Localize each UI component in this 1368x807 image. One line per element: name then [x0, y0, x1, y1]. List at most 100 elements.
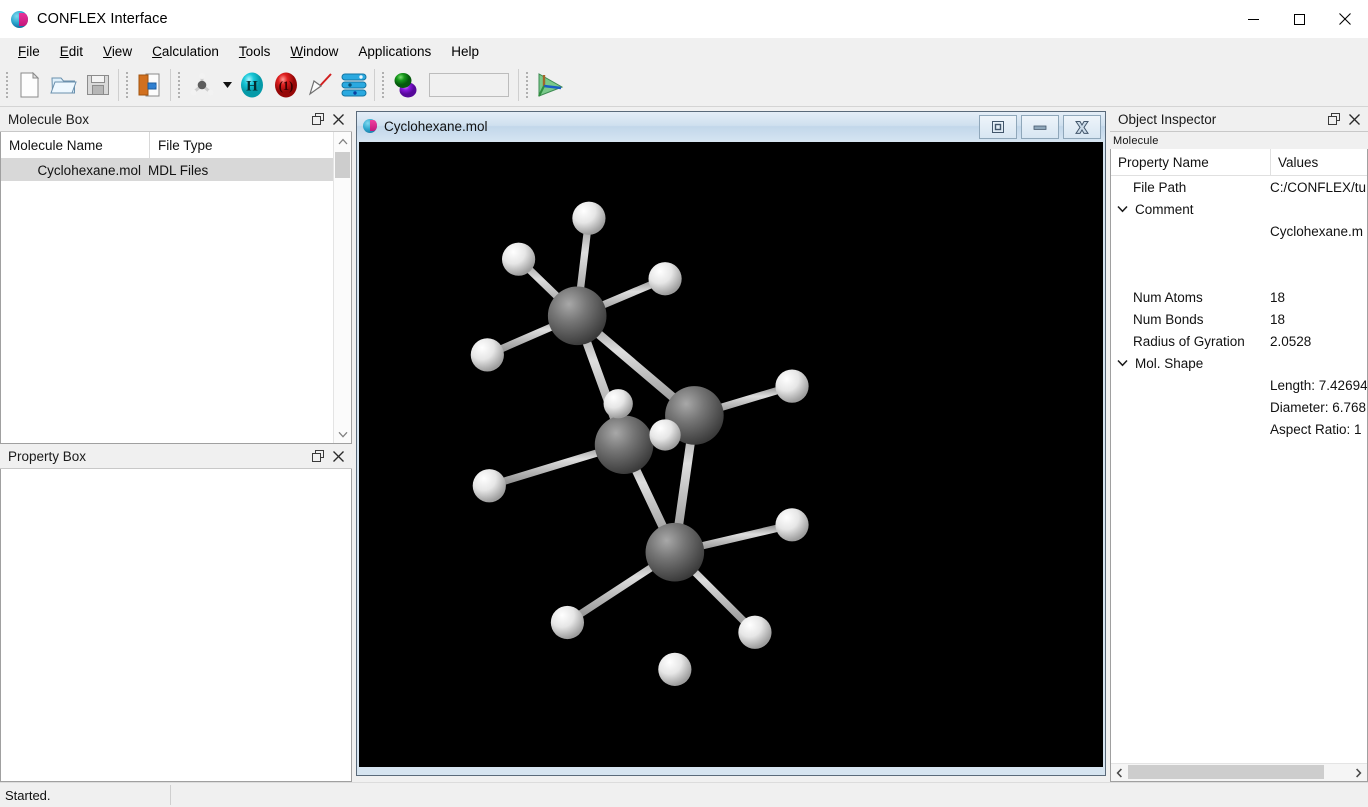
toolbar-separator [170, 69, 171, 101]
scrollbar-thumb[interactable] [1128, 765, 1324, 779]
close-x-icon[interactable] [1063, 115, 1101, 139]
toolbar-grip[interactable] [4, 70, 11, 100]
molecule-table: Molecule Name File Type Cyclohexane.mol … [1, 132, 333, 443]
import-export-button[interactable] [133, 68, 167, 102]
add-hydrogen-button[interactable]: H [235, 68, 269, 102]
save-file-button[interactable] [81, 68, 115, 102]
toolbar-grip[interactable] [124, 70, 131, 100]
axes-button[interactable] [533, 68, 567, 102]
svg-text:(1): (1) [279, 79, 294, 93]
property-value: Aspect Ratio: 1 [1270, 421, 1362, 437]
property-name: File Path [1111, 180, 1263, 195]
chevron-up-icon[interactable] [334, 132, 351, 150]
chevron-left-icon[interactable] [1111, 764, 1128, 781]
table-row[interactable]: Length: 7.42694 [1111, 374, 1367, 396]
float-panel-icon[interactable] [308, 446, 328, 466]
table-row[interactable] [1111, 242, 1367, 264]
float-panel-icon[interactable] [1324, 109, 1344, 129]
optimize-button[interactable] [389, 68, 423, 102]
close-icon[interactable] [1344, 109, 1364, 129]
property-box-body[interactable] [0, 469, 352, 782]
object-inspector-title: Object Inspector [1118, 111, 1217, 127]
menu-calculation[interactable]: Calculation [142, 41, 229, 62]
column-header-file-type[interactable]: File Type [150, 132, 333, 158]
molecule-box-vertical-scrollbar[interactable] [333, 132, 351, 443]
table-row[interactable]: Comment [1111, 198, 1367, 220]
chevron-down-icon[interactable] [219, 68, 235, 102]
restore-button[interactable] [979, 115, 1017, 139]
maximize-button[interactable] [1276, 0, 1322, 38]
new-file-button[interactable] [13, 68, 47, 102]
scrollbar-thumb[interactable] [335, 152, 350, 178]
toolbar-text-field[interactable] [429, 73, 509, 97]
window-title: CONFLEX Interface [37, 11, 168, 27]
column-header-molecule-name[interactable]: Molecule Name [1, 132, 150, 158]
float-panel-icon[interactable] [308, 109, 328, 129]
molecule-model-button[interactable] [185, 68, 219, 102]
draw-tool-button[interactable] [303, 68, 337, 102]
property-name: Radius of Gyration [1111, 334, 1263, 349]
menu-edit[interactable]: Edit [50, 41, 93, 62]
cell-file-type: MDL Files [148, 162, 209, 178]
table-row[interactable]: Diameter: 6.768 [1111, 396, 1367, 418]
layers-button[interactable] [337, 68, 371, 102]
close-icon[interactable] [328, 109, 348, 129]
molecule-viewport[interactable] [359, 142, 1103, 767]
menu-tools[interactable]: Tools [229, 41, 281, 62]
table-row[interactable]: Mol. Shape [1111, 352, 1367, 374]
table-row[interactable] [1111, 264, 1367, 286]
chevron-down-icon[interactable] [1111, 359, 1133, 367]
main-toolbar: H (1) [0, 64, 1368, 107]
chevron-down-icon[interactable] [1111, 205, 1133, 213]
mdi-child-window: Cyclohexane.mol [356, 111, 1106, 776]
property-name: Num Bonds [1111, 312, 1263, 327]
table-row[interactable]: Num Bonds 18 [1111, 308, 1367, 330]
toolbar-grip[interactable] [380, 70, 387, 100]
property-label: File Path [1133, 179, 1187, 195]
menu-applications[interactable]: Applications [348, 41, 441, 62]
scrollbar-track[interactable] [334, 150, 351, 425]
menu-file[interactable]: File [8, 41, 50, 62]
toolbar-grip[interactable] [176, 70, 183, 100]
molecule-table-header: Molecule Name File Type [1, 132, 333, 159]
scrollbar-track[interactable] [1128, 764, 1350, 781]
menubar: File Edit View Calculation Tools Window … [0, 38, 1368, 64]
menu-window[interactable]: Window [280, 41, 348, 62]
table-row[interactable]: File Path C:/CONFLEX/tu [1111, 176, 1367, 198]
minimize-button[interactable] [1230, 0, 1276, 38]
object-inspector-horizontal-scrollbar[interactable] [1111, 763, 1367, 781]
table-row[interactable]: Aspect Ratio: 1 [1111, 418, 1367, 440]
formal-charge-button[interactable]: (1) [269, 68, 303, 102]
column-header-property-name[interactable]: Property Name [1111, 149, 1271, 175]
close-button[interactable] [1322, 0, 1368, 38]
open-file-button[interactable] [47, 68, 81, 102]
chevron-right-icon[interactable] [1350, 764, 1367, 781]
mdi-titlebar[interactable]: Cyclohexane.mol [357, 112, 1105, 140]
minimize-button[interactable] [1021, 115, 1059, 139]
toolbar-separator [118, 69, 119, 101]
column-header-values[interactable]: Values [1271, 149, 1367, 175]
chevron-down-icon[interactable] [334, 425, 351, 443]
property-value: Cyclohexane.m [1270, 223, 1364, 239]
menu-view[interactable]: View [93, 41, 142, 62]
object-inspector-footer [1110, 763, 1368, 782]
table-row[interactable]: Cyclohexane.mol MDL Files [1, 159, 333, 181]
property-value: 18 [1270, 289, 1286, 305]
workspace: Molecule Box Molecule Name File Type Cyc… [0, 107, 1368, 782]
table-row[interactable]: Radius of Gyration 2.0528 [1111, 330, 1367, 352]
property-label: Mol. Shape [1135, 355, 1204, 371]
object-inspector-table-header: Property Name Values [1111, 149, 1367, 176]
svg-text:H: H [246, 79, 258, 95]
cell-molecule-name: Cyclohexane.mol [37, 162, 141, 178]
property-name: Mol. Shape [1111, 356, 1263, 371]
toolbar-grip[interactable] [524, 70, 531, 100]
menu-help[interactable]: Help [441, 41, 489, 62]
object-inspector-subheader: Molecule [1110, 132, 1368, 149]
close-icon[interactable] [328, 446, 348, 466]
property-value: 2.0528 [1270, 333, 1312, 349]
property-value: Length: 7.42694 [1270, 377, 1367, 393]
table-row[interactable]: Num Atoms 18 [1111, 286, 1367, 308]
property-value: Diameter: 6.768 [1270, 399, 1367, 415]
property-value: C:/CONFLEX/tu [1270, 179, 1367, 195]
table-row[interactable]: Cyclohexane.m [1111, 220, 1367, 242]
